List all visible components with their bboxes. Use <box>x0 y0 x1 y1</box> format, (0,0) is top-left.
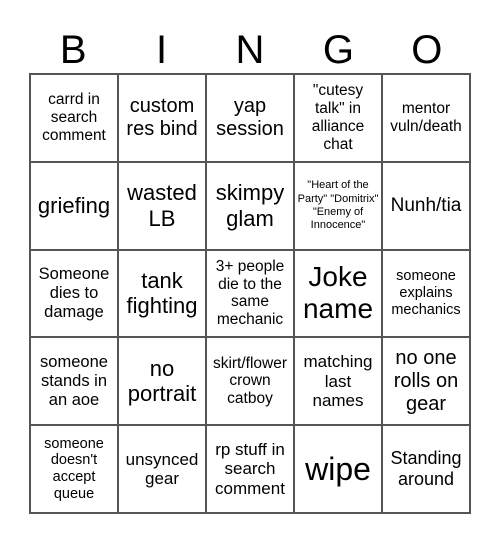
bingo-cell[interactable]: carrd in search comment <box>30 74 118 162</box>
bingo-header: B I N G O <box>29 26 471 74</box>
bingo-cell[interactable]: skirt/flower crown catboy <box>206 337 294 426</box>
header-letter-n: N <box>235 28 265 72</box>
bingo-grid: carrd in search comment custom res bind … <box>29 73 471 514</box>
bingo-cell[interactable]: tank fighting <box>118 249 206 338</box>
bingo-cell[interactable]: no one rolls on gear <box>382 337 470 426</box>
bingo-cell[interactable]: 3+ people die to the same mechanic <box>206 249 294 338</box>
bingo-cell[interactable]: Nunh/tia <box>382 161 470 250</box>
header-letter-i: I <box>156 28 168 72</box>
bingo-cell[interactable]: griefing <box>30 161 118 250</box>
bingo-cell[interactable]: mentor vuln/death <box>382 74 470 162</box>
bingo-cell[interactable]: someone doesn't accept queue <box>30 425 118 513</box>
header-letter-g: G <box>322 28 354 72</box>
bingo-cell[interactable]: someone stands in an aoe <box>30 337 118 426</box>
bingo-cell[interactable]: Joke name <box>294 249 382 338</box>
bingo-cell[interactable]: skimpy glam <box>206 161 294 250</box>
bingo-cell[interactable]: custom res bind <box>118 74 206 162</box>
bingo-cell[interactable]: wipe <box>294 425 382 513</box>
bingo-cell[interactable]: matching last names <box>294 337 382 426</box>
bingo-cell[interactable]: no portrait <box>118 337 206 426</box>
bingo-cell[interactable]: rp stuff in search comment <box>206 425 294 513</box>
bingo-cell[interactable]: wasted LB <box>118 161 206 250</box>
bingo-cell[interactable]: "Heart of the Party" "Domitrix" "Enemy o… <box>294 161 382 250</box>
header-letter-b: B <box>59 28 87 72</box>
header-letter-o: O <box>411 28 443 72</box>
bingo-cell[interactable]: someone explains mechanics <box>382 249 470 338</box>
bingo-cell[interactable]: unsynced gear <box>118 425 206 513</box>
bingo-cell[interactable]: yap session <box>206 74 294 162</box>
bingo-cell[interactable]: Standing around <box>382 425 470 513</box>
bingo-cell[interactable]: "cutesy talk" in alliance chat <box>294 74 382 162</box>
bingo-cell[interactable]: Someone dies to damage <box>30 249 118 338</box>
